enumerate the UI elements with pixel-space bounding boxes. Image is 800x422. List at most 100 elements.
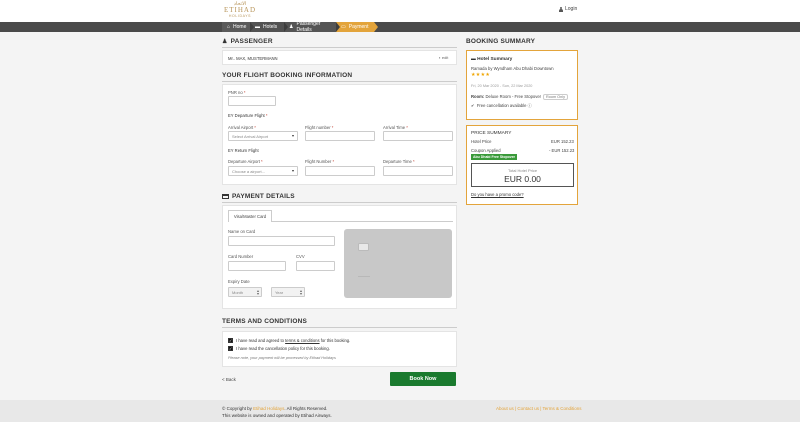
nav-item-home[interactable]: ⌂ Home bbox=[222, 22, 254, 32]
year-placeholder: Year bbox=[275, 289, 284, 295]
coupon-value: - EUR 152.23 bbox=[549, 148, 575, 153]
home-icon: ⌂ bbox=[227, 24, 231, 30]
star-rating: ★★★★ bbox=[471, 72, 491, 78]
stay-dates: Fri, 20 Mar 2020 - Sun, 22 Mar 2020 bbox=[471, 84, 533, 88]
departure-airport-placeholder: Choose a airport... bbox=[232, 168, 265, 174]
hotel-summary-box: ▬ Hotel Summary Ramada by Wyndham Abu Dh… bbox=[466, 50, 578, 120]
departure-time-label: Departure Time * bbox=[383, 159, 415, 164]
cancellation-checkbox[interactable]: ✓ bbox=[228, 346, 233, 351]
nav-item-payment[interactable]: ▭ Payment bbox=[336, 22, 378, 32]
credit-card-icon: ▭ bbox=[341, 24, 346, 30]
total-price-box: Total Hotel Price EUR 0.00 bbox=[471, 163, 574, 187]
footer: © Copyright by Etihad Holidays. All Righ… bbox=[0, 400, 800, 422]
person-icon: ♟ bbox=[289, 24, 294, 30]
nav-item-label: Hotels bbox=[263, 24, 278, 30]
price-summary-title: PRICE SUMMARY bbox=[471, 131, 512, 136]
edit-passenger-link[interactable]: ▪ edit bbox=[439, 55, 448, 60]
total-price-value: EUR 0.00 bbox=[504, 174, 541, 184]
book-now-button[interactable]: Book Now bbox=[390, 372, 456, 386]
progress-nav: ⌂ Home ▬ Hotels ♟ Passenger Details ▭ Pa… bbox=[0, 21, 800, 33]
divider bbox=[222, 327, 457, 328]
total-price-label: Total Hotel Price bbox=[507, 168, 538, 173]
nav-item-label: Passenger Details bbox=[296, 21, 321, 33]
login-link[interactable]: Login bbox=[559, 6, 577, 12]
departure-time-input[interactable] bbox=[383, 166, 453, 176]
etihad-holidays-logo[interactable]: الاتحاد ETIHAD HOLIDAYS bbox=[223, 2, 257, 19]
person-icon bbox=[559, 6, 563, 12]
flight-title-text: YOUR FLIGHT BOOKING INFORMATION bbox=[222, 72, 353, 79]
payment-note: Please note, your payment will be proces… bbox=[228, 356, 336, 360]
back-link[interactable]: < Back bbox=[222, 377, 236, 382]
passenger-panel: Mr.. MAX, MUSTERMANN ▪ edit bbox=[222, 50, 457, 65]
passenger-section-title: ♟ PASSENGER bbox=[222, 38, 273, 45]
board-badge: Room Only bbox=[543, 94, 568, 100]
card-chip-icon bbox=[358, 243, 369, 251]
card-number-label: Card Number bbox=[228, 254, 254, 259]
nav-item-passenger-details[interactable]: ♟ Passenger Details bbox=[284, 21, 340, 33]
coupon-tag: Abu Dhabi Free Stopover bbox=[471, 154, 518, 160]
nav-item-hotels[interactable]: ▬ Hotels bbox=[250, 22, 288, 32]
name-on-card-label: Name on Card bbox=[228, 229, 256, 234]
operated-by-text: This website is owned and operated by Et… bbox=[222, 413, 332, 418]
bed-icon: ▬ bbox=[255, 24, 260, 30]
terms-section-title: TERMS AND CONDITIONS bbox=[222, 318, 307, 325]
expiry-year-select[interactable]: Year ▴ ▾ bbox=[271, 287, 305, 297]
flight-section-title: YOUR FLIGHT BOOKING INFORMATION bbox=[222, 72, 352, 79]
person-icon: ♟ bbox=[222, 39, 228, 45]
return-flight-number-input[interactable] bbox=[305, 166, 375, 176]
tab-divider bbox=[272, 221, 453, 222]
hotel-summary-heading: ▬ Hotel Summary bbox=[471, 57, 513, 62]
arrival-airport-select[interactable]: Select Arrival Airport bbox=[228, 131, 298, 141]
chevron-down-icon bbox=[292, 135, 294, 137]
copyright-text: © Copyright by Etihad Holidays. All Righ… bbox=[222, 406, 328, 411]
nav-item-label: Payment bbox=[348, 24, 369, 30]
trash-icon: ▪ bbox=[439, 55, 441, 60]
arrival-airport-placeholder: Select Arrival Airport bbox=[232, 133, 269, 139]
room-info: Room: Deluxe Room - Free Stopover bbox=[471, 94, 542, 99]
pnr-label: PNR no * bbox=[228, 90, 246, 95]
terms-link[interactable]: terms & conditions bbox=[285, 338, 319, 343]
cancellation-text: I have read the cancellation policy for … bbox=[236, 346, 330, 351]
tab-label: Visa/Master Card bbox=[233, 214, 267, 219]
price-summary-box: PRICE SUMMARY Hotel Price EUR 152.23 Cou… bbox=[466, 125, 578, 205]
terms-checkbox[interactable]: ✓ bbox=[228, 338, 233, 343]
month-placeholder: Month bbox=[232, 289, 244, 295]
logo-sub: HOLIDAYS bbox=[228, 14, 252, 18]
footer-links[interactable]: About us | Contact us | Terms & Conditio… bbox=[496, 406, 582, 411]
flight-number-input[interactable] bbox=[305, 131, 375, 141]
summary-title-text: BOOKING SUMMARY bbox=[466, 38, 536, 45]
arrival-time-input[interactable] bbox=[383, 131, 453, 141]
passenger-name: Mr.. MAX, MUSTERMANN bbox=[228, 56, 278, 61]
info-icon[interactable]: ⓘ bbox=[528, 103, 532, 108]
divider bbox=[222, 202, 457, 203]
departure-airport-select[interactable]: Choose a airport... bbox=[228, 166, 298, 176]
spinner-icon: ▴ ▾ bbox=[256, 288, 259, 296]
flight-number-label: Flight number * bbox=[305, 125, 334, 130]
hotel-price-label: Hotel Price bbox=[471, 139, 492, 144]
top-bar: الاتحاد ETIHAD HOLIDAYS Login bbox=[0, 0, 800, 22]
name-on-card-input[interactable] bbox=[228, 236, 335, 246]
passenger-title-text: PASSENGER bbox=[230, 38, 273, 45]
check-icon: ✔ bbox=[471, 103, 475, 108]
card-line bbox=[358, 276, 370, 277]
chevron-down-icon bbox=[292, 170, 294, 172]
edit-label: edit bbox=[441, 55, 449, 60]
payment-title-text: PAYMENT DETAILS bbox=[232, 193, 295, 200]
flight-panel: PNR no * EY Departure Flight * Arrival A… bbox=[222, 84, 457, 185]
copyright-link[interactable]: Etihad Holidays bbox=[253, 406, 284, 411]
hotel-name[interactable]: Ramada by Wyndham Abu Dhabi Downtown bbox=[471, 66, 554, 71]
divider bbox=[222, 47, 457, 48]
promo-code-link[interactable]: Do you have a promo code? bbox=[471, 192, 524, 197]
departure-airport-label: Departure Airport * bbox=[228, 159, 263, 164]
credit-card-icon bbox=[222, 194, 229, 199]
cvv-input[interactable] bbox=[296, 261, 335, 271]
bed-icon: ▬ bbox=[471, 57, 476, 62]
card-number-input[interactable] bbox=[228, 261, 286, 271]
breadcrumb: ⌂ Home ▬ Hotels ♟ Passenger Details ▭ Pa… bbox=[222, 21, 378, 33]
tab-visa-master-card[interactable]: Visa/Master Card bbox=[228, 210, 272, 222]
expiry-month-select[interactable]: Month ▴ ▾ bbox=[228, 287, 262, 297]
pnr-input[interactable] bbox=[228, 96, 276, 106]
cvv-label: CVV bbox=[296, 254, 305, 259]
booking-summary-title: BOOKING SUMMARY bbox=[466, 38, 535, 45]
cancellation-info: ✔ Free cancellation available ⓘ bbox=[471, 103, 532, 108]
